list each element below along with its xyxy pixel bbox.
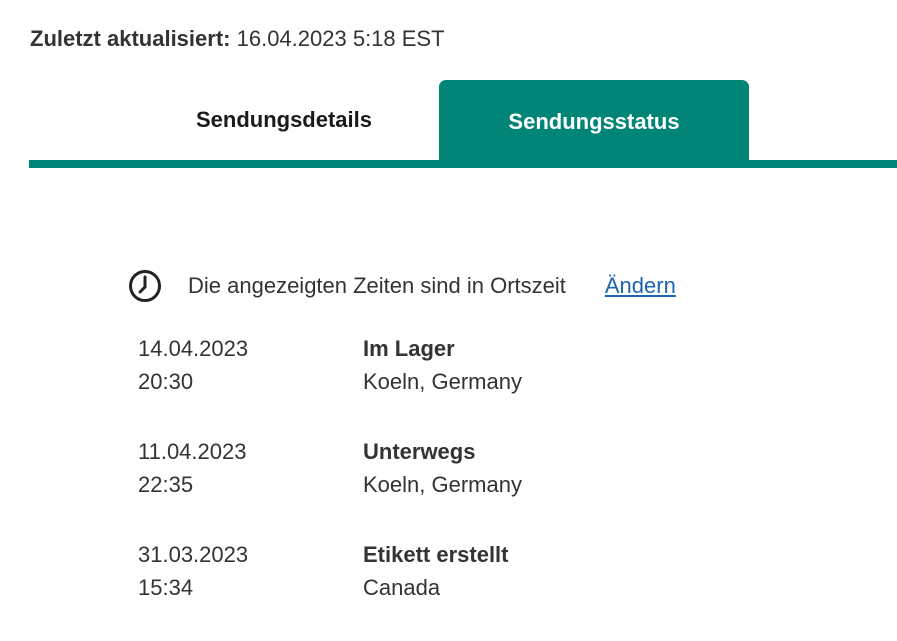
- event-location: Koeln, Germany: [363, 369, 522, 394]
- tab-sendungsstatus[interactable]: Sendungsstatus: [439, 80, 749, 161]
- last-updated: Zuletzt aktualisiert: 16.04.2023 5:18 ES…: [30, 24, 445, 54]
- event-date: 14.04.2023: [138, 336, 249, 361]
- event-status: Unterwegs: [363, 439, 476, 464]
- clock-icon: [128, 269, 162, 303]
- tracking-events: 14.04.2023 20:30 Im Lager Koeln, Germany…: [138, 332, 838, 641]
- event-date: 11.04.2023: [138, 439, 247, 464]
- tab-bar: Sendungsdetails Sendungsstatus: [29, 80, 897, 169]
- timezone-text: Die angezeigten Zeiten sind in Ortszeit: [188, 273, 566, 298]
- event-location: Canada: [363, 575, 441, 600]
- event-date: 31.03.2023: [138, 542, 249, 567]
- last-updated-value: 16.04.2023 5:18 EST: [236, 26, 445, 51]
- event-time: 20:30: [138, 369, 194, 394]
- tab-sendungsdetails[interactable]: Sendungsdetails: [148, 80, 420, 159]
- change-timezone-link[interactable]: Ändern: [605, 273, 676, 299]
- tracking-event: 31.03.2023 15:34 Etikett erstellt Canada: [138, 538, 838, 641]
- event-time: 15:34: [138, 575, 194, 600]
- tab-underline: [29, 160, 897, 168]
- tracking-event: 14.04.2023 20:30 Im Lager Koeln, Germany: [138, 332, 838, 435]
- event-status: Im Lager: [363, 336, 455, 361]
- event-location: Koeln, Germany: [363, 472, 522, 497]
- timezone-notice: Die angezeigten Zeiten sind in Ortszeit …: [128, 268, 676, 304]
- event-status: Etikett erstellt: [363, 542, 509, 567]
- event-time: 22:35: [138, 472, 194, 497]
- tracking-event: 11.04.2023 22:35 Unterwegs Koeln, German…: [138, 435, 838, 538]
- last-updated-label: Zuletzt aktualisiert:: [30, 26, 231, 51]
